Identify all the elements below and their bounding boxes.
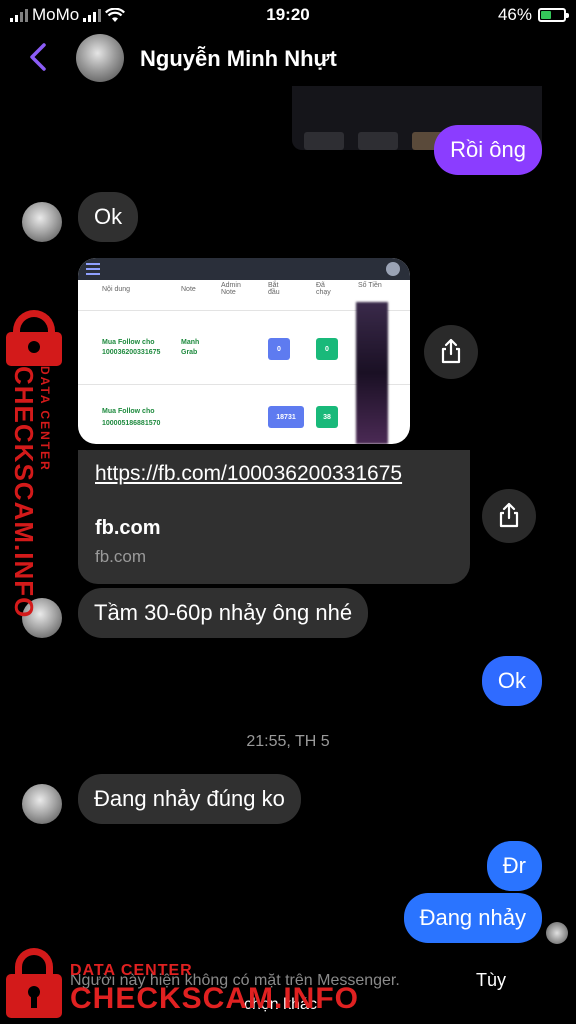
read-receipt-avatar (546, 922, 568, 944)
row-note: Manh Grab (181, 339, 200, 356)
col-content: Nội dung (102, 286, 131, 293)
col-note: Note (181, 286, 196, 293)
col-start: Bắt đầu (268, 282, 280, 296)
message-outgoing[interactable]: Đang nhảy (403, 893, 542, 943)
watermark-small-text: DATA CENTER (38, 366, 52, 472)
col-amount: Số Tiền (358, 282, 382, 289)
back-button[interactable] (28, 42, 48, 77)
watermark-bottom-lock (6, 948, 62, 1020)
menu-icon (86, 263, 100, 278)
share-button[interactable] (424, 325, 478, 379)
status-bar: MoMo 19:20 46% (0, 0, 576, 30)
notice-options-button[interactable]: Tùy (476, 970, 506, 991)
watermark-large-text: CHECKSCAM.INFO (9, 366, 39, 619)
message-outgoing[interactable]: Ok (481, 656, 542, 706)
watermark-bottom-small: DATA CENTER (70, 962, 193, 979)
battery-icon (538, 8, 569, 22)
col-admin-note: Admin Note (221, 282, 241, 296)
message-incoming[interactable]: Ok (78, 192, 139, 242)
contact-avatar-small (22, 202, 62, 242)
link-title: fb.com (95, 517, 161, 539)
lock-icon-body (6, 332, 62, 366)
contact-avatar-small (22, 784, 62, 824)
screenshot-toolbar (78, 258, 410, 280)
row-start: 18731 (268, 406, 304, 428)
battery-fill (541, 11, 552, 19)
row-content: Mua Follow cho 100005186881570 (102, 408, 161, 427)
watermark-side: CHECKSCAM.INFO DATA CENTER (6, 310, 66, 618)
message-outgoing[interactable]: Đr (486, 841, 542, 891)
redacted-area (356, 302, 388, 444)
watermark-bottom-large: CHECKSCAM.INFO (70, 982, 359, 1015)
row-ran: 0 (316, 338, 338, 360)
contact-avatar[interactable] (76, 34, 124, 82)
message-outgoing[interactable]: Rồi ông (434, 125, 542, 175)
contact-name[interactable]: Nguyễn Minh Nhựt (140, 46, 337, 72)
image-attachment[interactable]: Nội dung Note Admin Note Bắt đầu Đã chạy… (78, 258, 410, 444)
row-start: 0 (268, 338, 290, 360)
timestamp: 21:55, TH 5 (246, 733, 330, 750)
share-button[interactable] (482, 489, 536, 543)
conversation-header: Nguyễn Minh Nhựt (0, 30, 576, 150)
share-icon (499, 502, 519, 528)
share-icon (441, 338, 461, 364)
message-incoming[interactable]: Tầm 30-60p nhảy ông nhé (78, 588, 369, 638)
row-ran: 38 (316, 406, 338, 428)
link-url[interactable]: https://fb.com/100036200331675 (95, 462, 402, 486)
user-icon (386, 262, 400, 276)
link-preview[interactable]: https://fb.com/100036200331675 fb.com fb… (78, 450, 470, 584)
row-content: Mua Follow cho 100036200331675 (102, 339, 161, 356)
link-domain: fb.com (95, 547, 147, 566)
message-incoming[interactable]: Đang nhảy đúng ko (78, 774, 301, 824)
status-time: 19:20 (266, 5, 310, 24)
chevron-left-icon (30, 43, 46, 71)
battery-percent: 46% (497, 5, 532, 24)
col-ran: Đã chạy (316, 282, 331, 296)
battery-group: 46% (497, 5, 569, 25)
